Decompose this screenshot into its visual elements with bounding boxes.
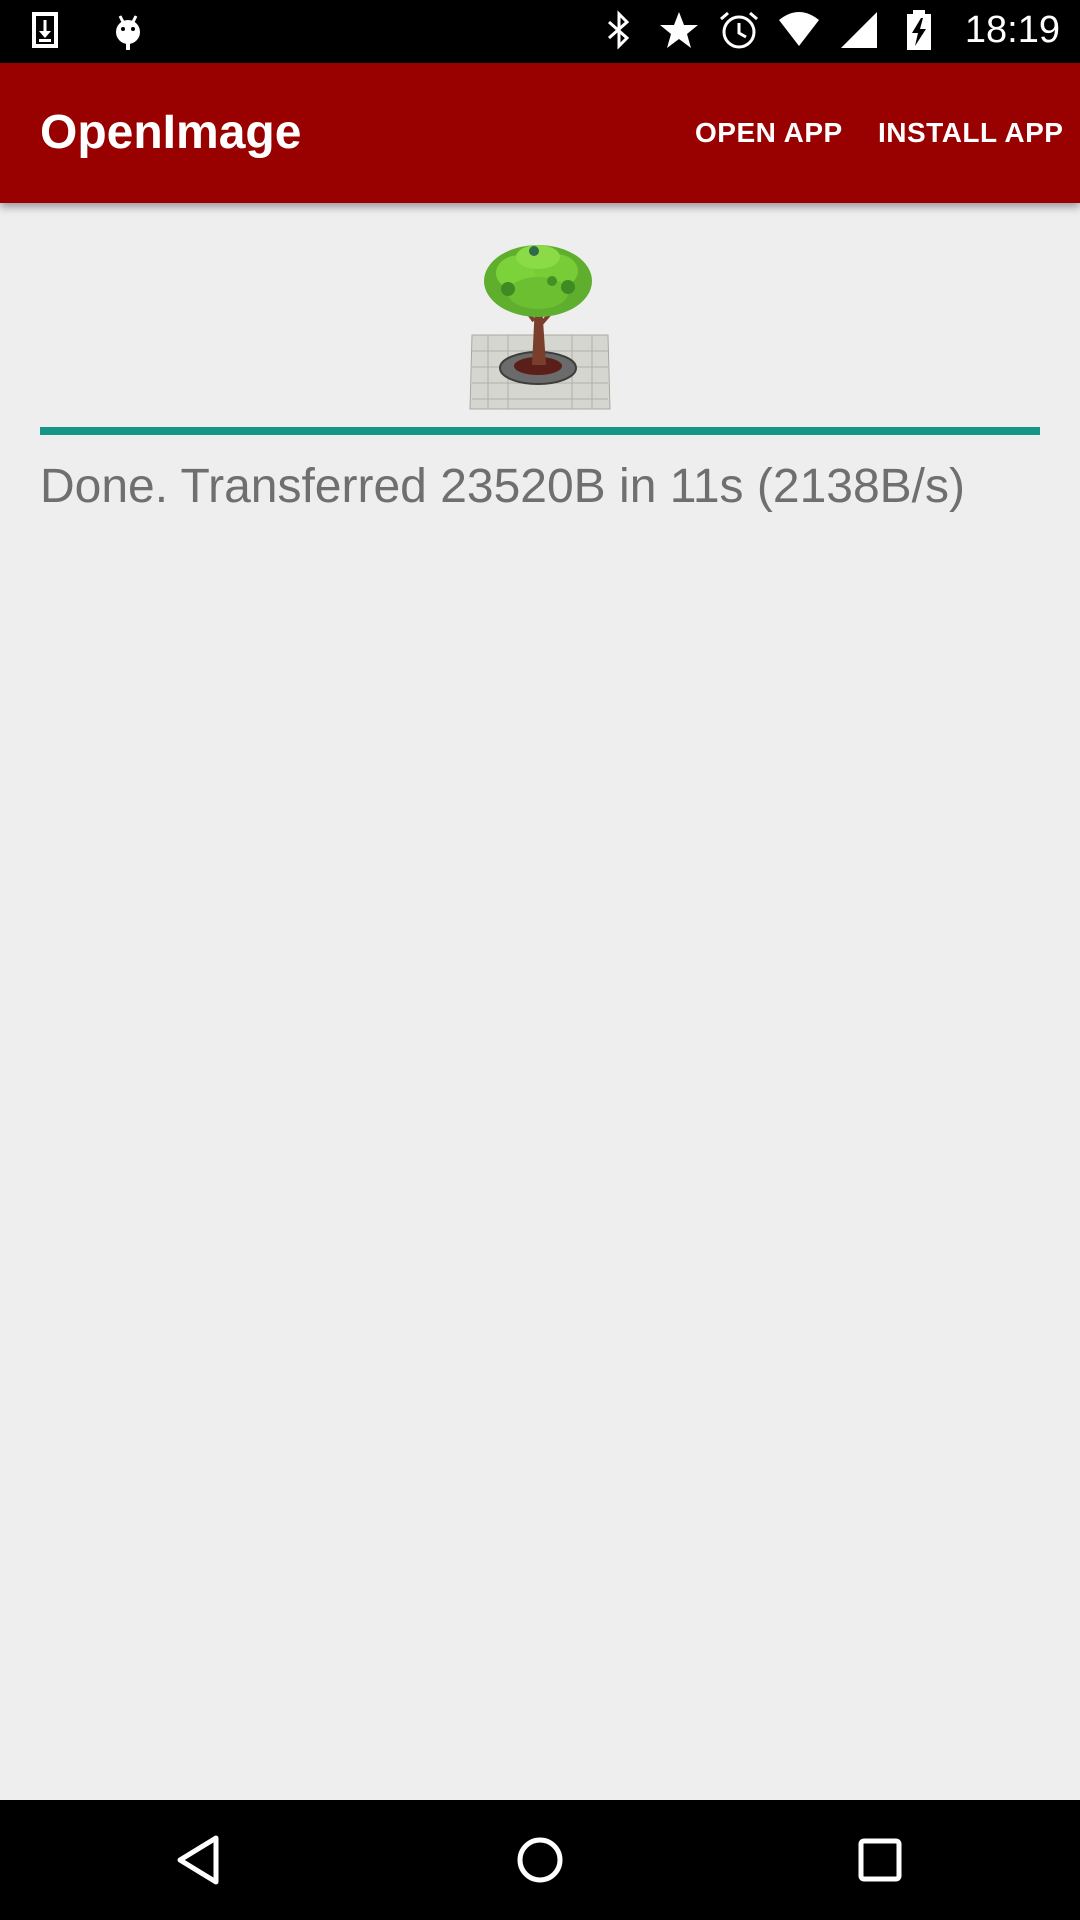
signal-icon: [840, 12, 877, 48]
battery-charging-icon: [906, 10, 931, 50]
app-title: OpenImage: [40, 106, 302, 159]
navigation-bar: [0, 1800, 1080, 1920]
star-icon: [659, 12, 698, 48]
recent-apps-icon[interactable]: [850, 1830, 910, 1890]
alarm-icon: [719, 11, 758, 49]
transfer-status-text: Done. Transferred 23520B in 11s (2138B/s…: [40, 460, 965, 513]
download-icon: [32, 12, 58, 48]
app-bar: OpenImage OPEN APP INSTALL APP: [0, 63, 1080, 203]
back-icon[interactable]: [170, 1830, 230, 1890]
transfer-progress-bar: [40, 427, 1040, 435]
android-debug-icon: [116, 15, 140, 50]
bluetooth-icon: [607, 10, 630, 50]
install-app-button[interactable]: INSTALL APP: [878, 117, 1063, 149]
open-app-button[interactable]: OPEN APP: [695, 117, 843, 149]
home-icon[interactable]: [510, 1830, 570, 1890]
status-bar: 18:19: [0, 0, 1080, 63]
clock: 18:19: [964, 8, 1060, 51]
wifi-icon: [778, 12, 819, 46]
transfer-progress-fill: [40, 427, 1040, 435]
tree-image: [468, 241, 612, 411]
